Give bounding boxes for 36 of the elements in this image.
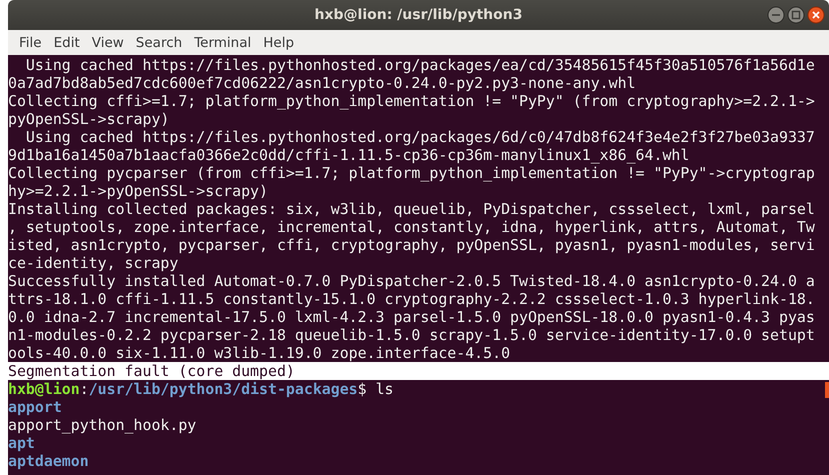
output-line: Using cached https://files.pythonhosted.org/packages/6d/c0/47db8f624f3e4e2f3f27be03a9337	[24, 128, 815, 146]
output-line: Successfully installed Automat-0.7.0 PyDispatcher-2.0.5 Twisted-18.4.0 asn1crypto-0.24.0 a	[8, 272, 815, 290]
output-line: ttrs-18.1.0 cffi-1.11.5 constantly-15.1.0 cryptography-2.2.2 cssselect-1.0.3 hyperlink-18.	[8, 290, 815, 308]
command-text: $ ls	[358, 380, 394, 398]
prompt-user: hxb@lion	[8, 380, 80, 398]
cursor	[825, 382, 829, 398]
menu-item[interactable]: Terminal	[188, 32, 258, 52]
menu-item[interactable]: File	[13, 32, 48, 52]
maximize-button[interactable]	[787, 6, 805, 24]
output-line: hy>=2.2.1->pyOpenSSL->scrapy)	[8, 182, 268, 200]
output-line: isted, asn1crypto, pycparser, cffi, cryptography, pyOpenSSL, pyasn1, pyasn1-modules, servi	[8, 236, 815, 254]
output-line: 0.0 idna-2.7 incremental-17.5.0 lxml-4.2.3 parsel-1.5.0 pyOpenSSL-18.0.0 pyasn1-0.4.3 pyas	[8, 308, 815, 326]
directory-name: aptdaemon	[8, 452, 89, 470]
prompt-separator: :	[80, 380, 89, 398]
menu-item[interactable]: View	[86, 32, 130, 52]
output-line: ce-identity, scrapy	[8, 254, 178, 272]
menu-item[interactable]: Edit	[48, 32, 86, 52]
output-line: Using cached https://files.pythonhosted.org/packages/ea/cd/35485615f45f30a510576f1a56d1e	[24, 56, 815, 74]
output-line: Installing collected packages: six, w3lib, queuelib, PyDispatcher, cssselect, lxml, parsel	[8, 200, 815, 218]
output-line: Collecting cffi>=1.7; platform_python_implementation != "PyPy" (from cryptography>=2.2.1->	[8, 92, 815, 110]
minimize-button[interactable]	[767, 6, 785, 24]
output-line: 0a7ad7bd8ab5ed7cdc600ef7cd06222/asn1crypto-0.24.0-py2.py3-none-any.whl	[8, 74, 636, 92]
directory-name: apport	[8, 398, 62, 416]
output-line: apport_python_hook.py	[8, 416, 196, 434]
directory-name: apt	[8, 434, 35, 452]
output-line: pyOpenSSL->scrapy)	[8, 110, 170, 128]
window-title: hxb@lion: /usr/lib/python3	[314, 7, 522, 23]
menu-item[interactable]: Help	[257, 32, 300, 52]
prompt-path: /usr/lib/python3/dist-packages	[88, 380, 358, 398]
output-line: , setuptools, zope.interface, incremental, constantly, idna, hyperlink, attrs, Automat, Tw	[8, 218, 815, 236]
output-line: n1-modules-0.2.2 pycparser-2.18 queuelib-1.5.0 scrapy-1.5.0 service-identity-17.0.0 setupt	[8, 326, 815, 344]
output-line: Collecting pycparser (from cffi>=1.7; platform_python_implementation != "PyPy"->cryptograp	[8, 164, 815, 182]
menu-item[interactable]: Search	[130, 32, 188, 52]
output-line: ools-40.0.0 six-1.11.0 w3lib-1.19.0 zope.interface-4.5.0	[8, 344, 510, 362]
close-button[interactable]	[807, 6, 825, 24]
output-line: 9d1ba16a1450a7b1aacfa0366e2c0dd/cffi-1.11.5-cp36-cp36m-manylinux1_x86_64.whl	[8, 146, 690, 164]
